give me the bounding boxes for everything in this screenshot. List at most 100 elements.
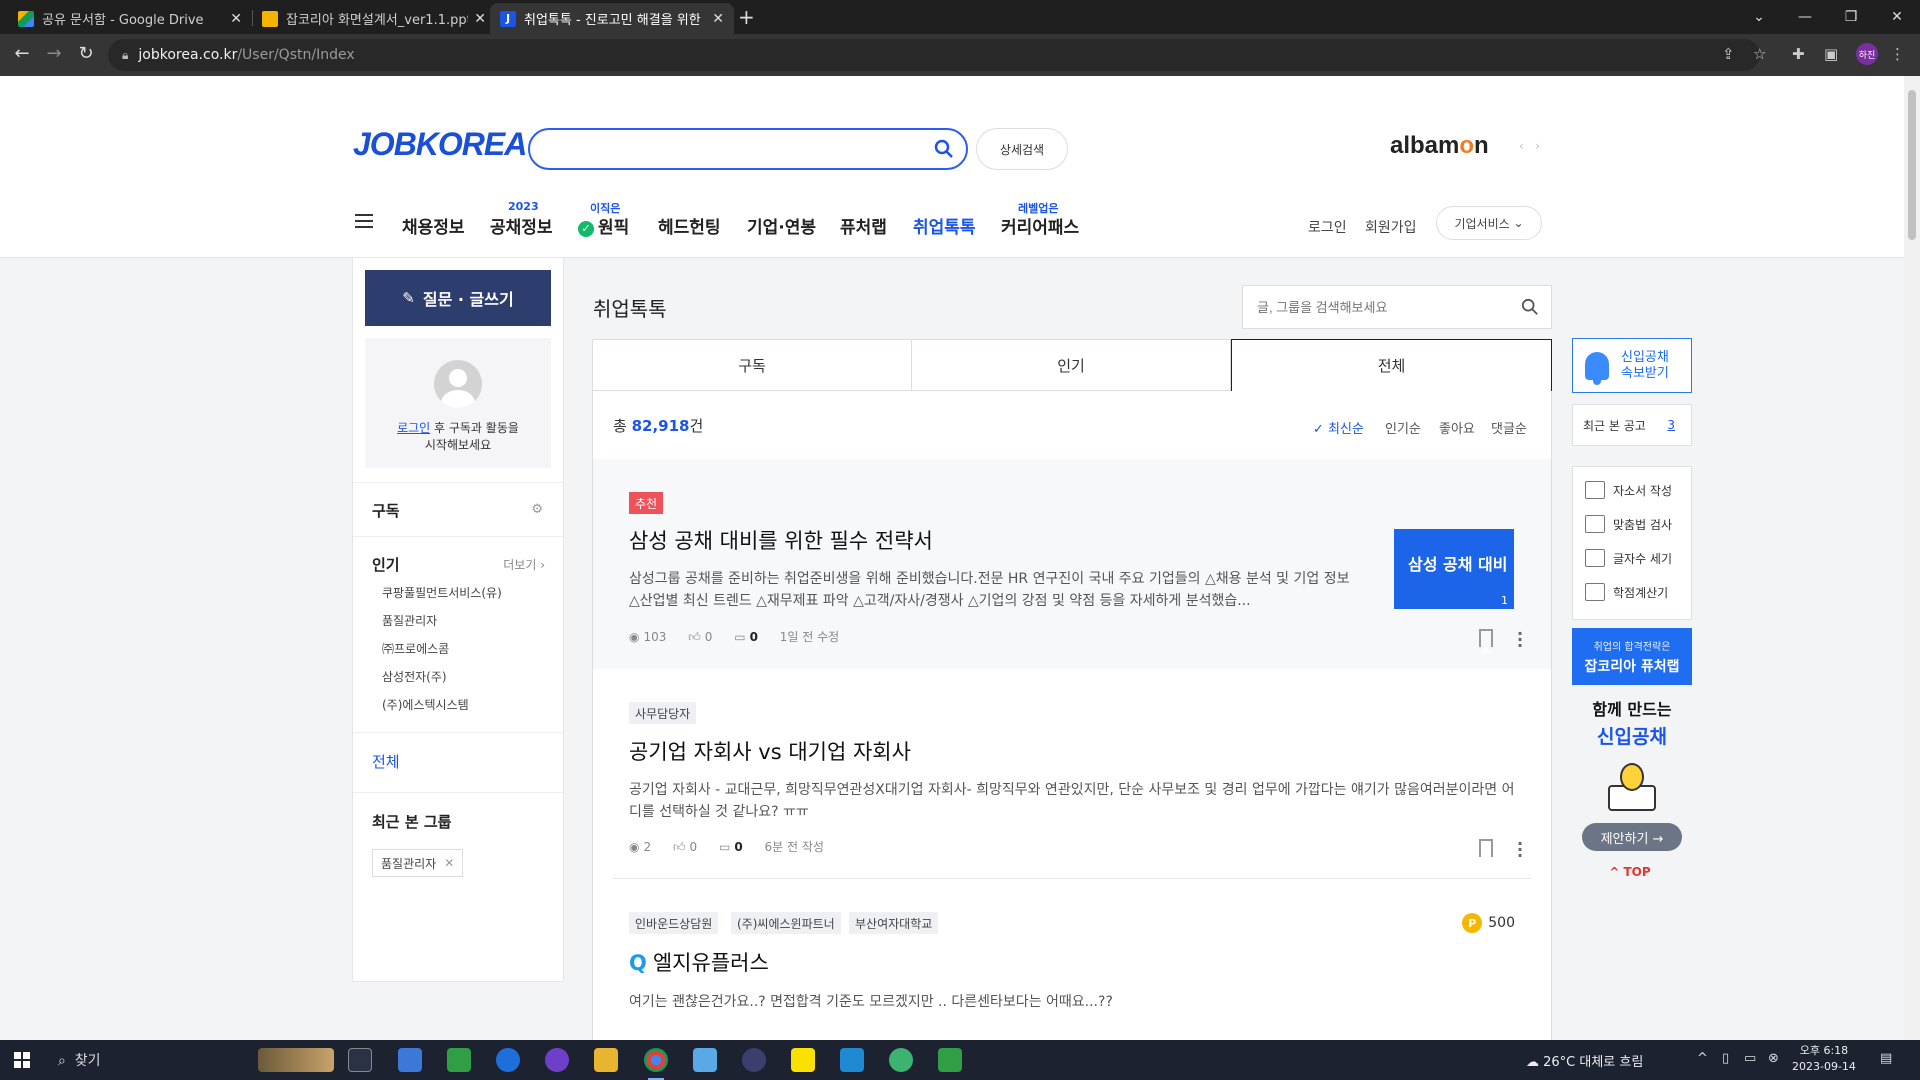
group-tag[interactable]: (주)씨에스윈파트너 [731, 912, 841, 934]
forward-icon[interactable]: → [42, 43, 66, 64]
futurelab-banner[interactable]: 취업의 합격전략은 잡코리아 퓨처랩 [1572, 628, 1692, 685]
windows-start-icon[interactable] [14, 1052, 30, 1068]
nav-job-info[interactable]: 채용정보 [402, 213, 465, 238]
detail-search-button[interactable]: 상세검색 [976, 128, 1068, 170]
github-app-icon[interactable] [545, 1048, 569, 1072]
signup-link[interactable]: 회원가입 [1365, 217, 1417, 237]
close-tab-icon[interactable]: ✕ [230, 11, 242, 27]
sheets-app-icon[interactable] [938, 1048, 962, 1072]
task-view-icon[interactable] [348, 1048, 372, 1072]
browser-tab-slides[interactable]: 잡코리아 화면설계서_ver1.1.pptx ✕ [252, 3, 496, 34]
search-icon[interactable] [1521, 298, 1539, 316]
post-thumbnail[interactable]: 삼성 공채 대비 1 [1394, 529, 1514, 609]
main-search-input[interactable] [546, 130, 926, 166]
sidebar-login-link[interactable]: 로그인 [397, 421, 430, 435]
profile-avatar[interactable]: 하진 [1856, 43, 1878, 65]
post-title[interactable]: 삼성 공채 대비를 위한 필수 전략서 [629, 525, 933, 555]
close-tab-icon[interactable]: ✕ [474, 11, 486, 27]
popular-item[interactable]: (주)에스텍시스템 [382, 696, 469, 713]
zoom-app-icon[interactable] [496, 1048, 520, 1072]
close-icon[interactable]: ✕ [444, 856, 454, 870]
login-link[interactable]: 로그인 [1308, 217, 1347, 237]
recent-jobs-count[interactable]: 3 [1667, 418, 1675, 432]
gear-icon[interactable]: ⚙ [531, 502, 543, 517]
tool-gpa-calculator[interactable]: 학점계산기 [1585, 583, 1668, 601]
all-groups-link[interactable]: 전체 [372, 751, 400, 772]
recent-jobs-link[interactable]: 최근 본 공고 3 [1572, 404, 1692, 446]
weather-widget[interactable]: ☁ 26°C 대체로 흐림 [1526, 1051, 1643, 1070]
network-icon[interactable]: ▭ [1744, 1051, 1756, 1066]
nav-open-recruit[interactable]: 공채정보 [490, 213, 553, 238]
sort-popular[interactable]: 인기순 [1385, 418, 1421, 437]
write-question-button[interactable]: ✎ 질문 · 글쓰기 [365, 270, 551, 326]
page-scrollbar[interactable] [1904, 76, 1920, 1040]
search-icon[interactable] [934, 139, 954, 159]
share-icon[interactable]: ⇪ [1722, 45, 1735, 63]
nav-career-path[interactable]: 커리어패스 [1001, 213, 1079, 238]
new-recruit-alert-button[interactable]: 신입공채 속보받기 [1572, 338, 1692, 393]
browser-menu-icon[interactable]: ⋮ [1890, 45, 1905, 63]
sort-likes[interactable]: 좋아요 [1439, 418, 1475, 437]
main-search-box[interactable] [528, 128, 968, 170]
bookmark-icon[interactable] [1479, 839, 1493, 863]
popular-item[interactable]: ㈜프로에스콤 [382, 640, 449, 657]
bookmark-icon[interactable] [1479, 629, 1493, 653]
board-search-input[interactable] [1257, 286, 1517, 328]
more-options-icon[interactable]: · · · [1517, 626, 1523, 654]
post-title[interactable]: Q 엘지유플러스 [629, 947, 769, 977]
popular-item[interactable]: 삼성전자(주) [382, 668, 447, 685]
sort-latest[interactable]: ✓ 최신순 [1313, 418, 1364, 437]
group-tag[interactable]: 사무담당자 [629, 702, 697, 724]
browser-tab-jobkorea[interactable]: J 취업톡톡 - 진로고민 해결을 위한 ✕ [490, 3, 734, 34]
popular-item[interactable]: 쿠팡풀필먼트서비스(유) [382, 584, 502, 601]
address-bar[interactable]: 🔒︎ jobkorea.co.kr /User/Qstn/Index [108, 39, 1760, 71]
nav-futurelab[interactable]: 퓨처랩 [840, 213, 887, 238]
nav-wonpick[interactable]: ✓ 원픽 [578, 213, 629, 238]
file-explorer-icon[interactable] [594, 1048, 618, 1072]
excel-app-icon[interactable] [447, 1048, 471, 1072]
suggest-button[interactable]: 제안하기 → [1582, 823, 1682, 851]
sort-comments[interactable]: 댓글순 [1491, 418, 1527, 437]
app-icon[interactable] [742, 1048, 766, 1072]
notepad-app-icon[interactable] [693, 1048, 717, 1072]
side-panel-icon[interactable]: ▣ [1824, 45, 1838, 63]
nav-headhunting[interactable]: 헤드헌팅 [658, 213, 721, 238]
post-item[interactable]: 인바운드상담원 (주)씨에스윈파트너 부산여자대학교 P 500 Q 엘지유플러스 … [593, 879, 1551, 1040]
taskbar-search[interactable]: ⌕ 찾기 [58, 1050, 101, 1070]
popular-item[interactable]: 품질관리자 [382, 612, 437, 629]
new-tab-icon[interactable]: + [738, 5, 755, 29]
extensions-icon[interactable]: ✚ [1792, 45, 1805, 63]
albamon-logo[interactable]: albamon [1390, 132, 1489, 160]
close-tab-icon[interactable]: ✕ [712, 11, 724, 27]
post-item[interactable]: 추천 삼성 공채 대비를 위한 필수 전략서 삼성그룹 공채를 준비하는 취업준… [593, 459, 1551, 669]
more-link[interactable]: 더보기 › [503, 556, 545, 573]
albamon-carousel-arrows-icon[interactable]: ‹ › [1519, 139, 1540, 153]
recent-group-chip[interactable]: 품질관리자 ✕ [372, 849, 464, 877]
tab-all[interactable]: 전체 [1231, 339, 1552, 391]
nav-jobtalk[interactable]: 취업톡톡 [913, 213, 976, 238]
nav-company-salary[interactable]: 기업·연봉 [747, 213, 816, 238]
more-options-icon[interactable]: · · · [1517, 836, 1523, 864]
scrollbar-thumb[interactable] [1908, 90, 1916, 240]
tab-popular[interactable]: 인기 [911, 339, 1231, 391]
volume-muted-icon[interactable]: ⊗ [1768, 1051, 1779, 1066]
back-icon[interactable]: ← [10, 43, 34, 64]
tab-search-icon[interactable]: ⌄ [1736, 0, 1782, 34]
group-tag[interactable]: 인바운드상담원 [629, 912, 719, 934]
restore-icon[interactable]: ❐ [1828, 0, 1874, 34]
vscode-app-icon[interactable] [840, 1048, 864, 1072]
chrome-app-icon[interactable] [644, 1048, 668, 1080]
taskbar-clock[interactable]: 오후 6:18 2023-09-14 [1792, 1043, 1856, 1075]
tab-subscribe[interactable]: 구독 [592, 339, 912, 391]
app-icon[interactable] [889, 1048, 913, 1072]
scroll-top-button[interactable]: ^ TOP [1572, 865, 1692, 879]
post-title[interactable]: 공기업 자회사 vs 대기업 자회사 [629, 736, 911, 766]
jobkorea-logo[interactable]: JOBKOREA [353, 126, 527, 163]
notification-icon[interactable]: ▤ [1880, 1051, 1892, 1066]
close-window-icon[interactable]: ✕ [1874, 0, 1920, 34]
group-tag[interactable]: 부산여자대학교 [849, 912, 939, 934]
tool-char-count[interactable]: 글자수 세기 [1585, 549, 1672, 567]
store-icon[interactable] [398, 1048, 422, 1072]
board-search-box[interactable] [1242, 285, 1552, 329]
post-item[interactable]: 사무담당자 공기업 자회사 vs 대기업 자회사 공기업 자회사 - 교대근무,… [593, 669, 1551, 879]
